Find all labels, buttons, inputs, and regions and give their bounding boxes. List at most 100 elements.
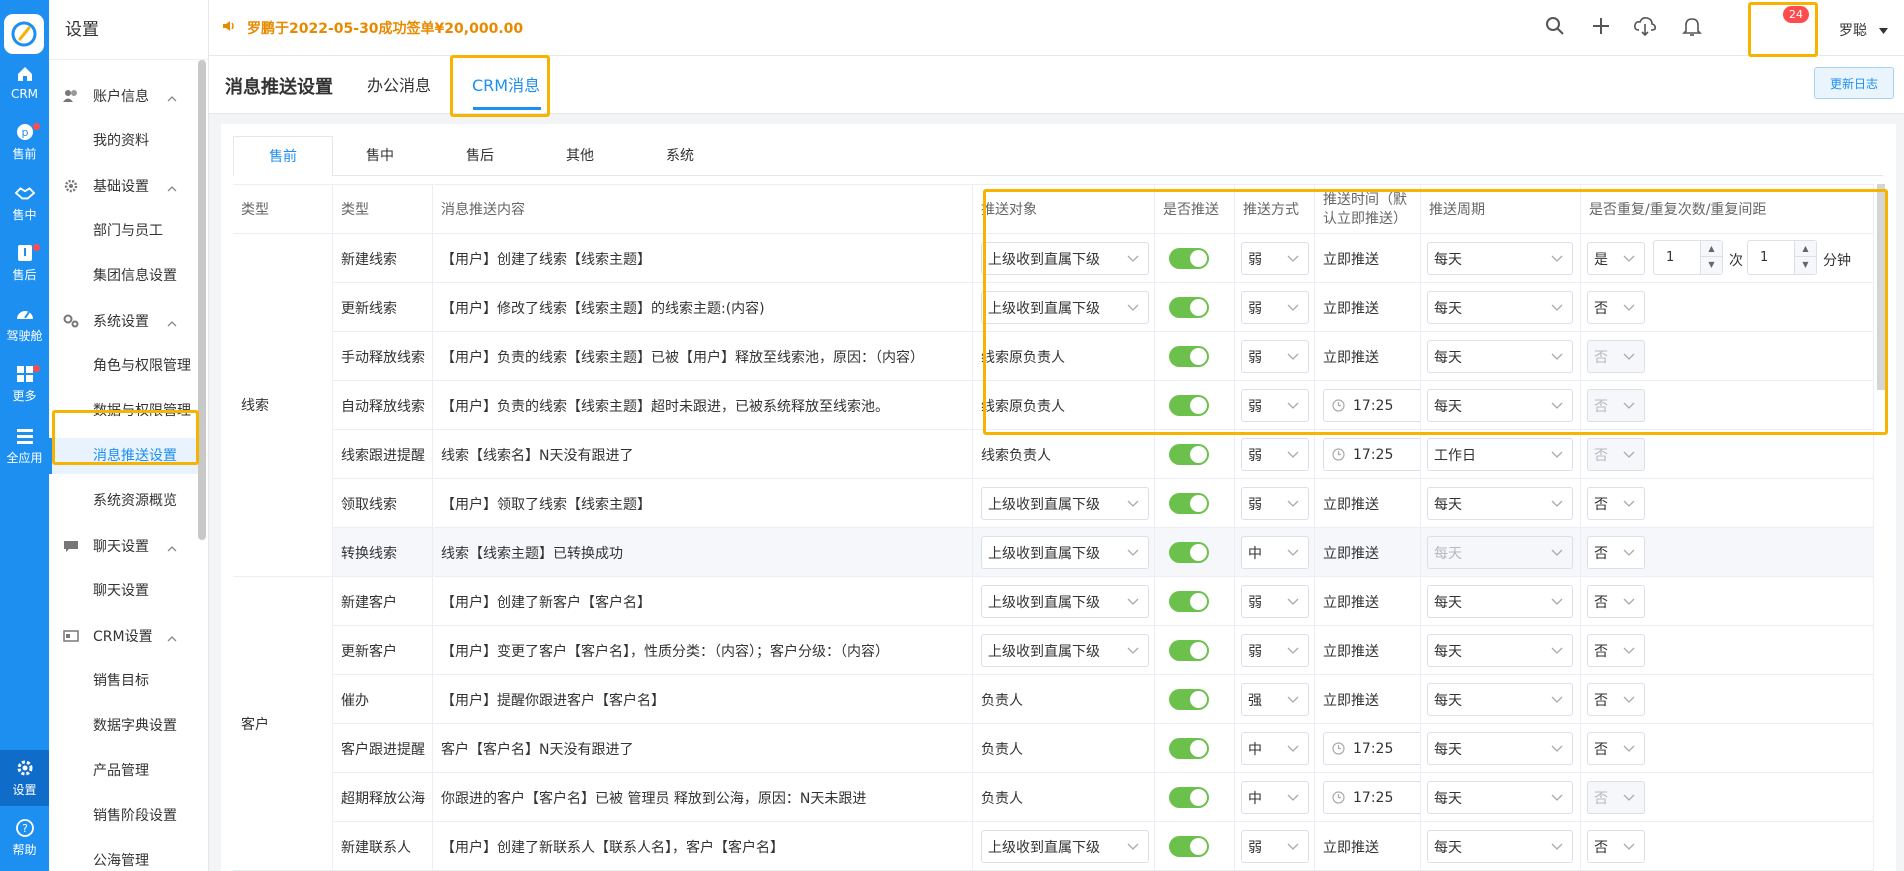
sidebar-item[interactable]: 我的资料 (49, 123, 199, 159)
sidebar-item[interactable]: 数据与权限管理 (49, 393, 199, 429)
tab-crm-messages[interactable]: CRM消息 (472, 72, 540, 96)
method-select[interactable]: 弱 (1241, 438, 1309, 471)
push-toggle[interactable] (1169, 297, 1209, 318)
sidebar-group-0[interactable]: 账户信息 (49, 78, 199, 114)
app-logo[interactable] (4, 14, 44, 54)
time-picker[interactable]: 17:25 (1323, 389, 1420, 422)
rail-item-5[interactable]: 更多 (0, 356, 49, 412)
method-select[interactable]: 中 (1241, 732, 1309, 765)
update-log-button[interactable]: 更新日志 (1814, 67, 1894, 99)
push-toggle[interactable] (1169, 787, 1209, 808)
sidebar-item[interactable]: 销售目标 (49, 663, 199, 699)
repeat-select[interactable]: 否 (1587, 634, 1645, 667)
push-toggle[interactable] (1169, 591, 1209, 612)
repeat-count-input[interactable]: 1 ▲ ▼ (1653, 240, 1723, 275)
method-select[interactable]: 弱 (1241, 389, 1309, 422)
target-select[interactable]: 上级收到直属下级 (981, 830, 1149, 863)
add-icon[interactable] (1589, 14, 1613, 38)
subtab-3[interactable]: 其他 (531, 136, 629, 177)
cycle-select[interactable]: 每天 (1427, 683, 1573, 716)
tab-office-messages[interactable]: 办公消息 (367, 72, 431, 96)
user-menu[interactable]: 罗聪 (1839, 20, 1888, 40)
sidebar-group-1[interactable]: 基础设置 (49, 168, 199, 204)
repeat-select[interactable]: 否 (1587, 291, 1645, 324)
method-select[interactable]: 强 (1241, 683, 1309, 716)
time-picker[interactable]: 17:25 (1323, 732, 1420, 765)
stepper-buttons[interactable]: ▲ ▼ (1794, 241, 1816, 274)
cycle-select[interactable]: 工作日 (1427, 438, 1573, 471)
push-toggle[interactable] (1169, 640, 1209, 661)
cycle-select[interactable]: 每天 (1427, 585, 1573, 618)
notification-bell-icon[interactable] (1680, 14, 1704, 38)
stepper-buttons[interactable]: ▲ ▼ (1700, 241, 1722, 274)
search-icon[interactable] (1543, 14, 1567, 38)
push-toggle[interactable] (1169, 248, 1209, 269)
sidebar-group-2[interactable]: 系统设置 (49, 303, 199, 339)
notice-banner[interactable]: 罗鹏于2022-05-30成功签单¥20,000.00 (221, 18, 523, 38)
repeat-interval-input[interactable]: 1 ▲ ▼ (1747, 240, 1817, 275)
sidebar-item[interactable]: 角色与权限管理 (49, 348, 199, 384)
method-select[interactable]: 中 (1241, 536, 1309, 569)
table-scrollbar[interactable] (1877, 184, 1885, 390)
push-toggle[interactable] (1169, 738, 1209, 759)
sidebar-group-4[interactable]: CRM设置 (49, 618, 199, 654)
sidebar-scrollbar[interactable] (198, 60, 206, 540)
method-select[interactable]: 弱 (1241, 291, 1309, 324)
target-select[interactable]: 上级收到直属下级 (981, 585, 1149, 618)
push-toggle[interactable] (1169, 542, 1209, 563)
target-select[interactable]: 上级收到直属下级 (981, 536, 1149, 569)
sidebar-item[interactable]: 系统资源概览 (49, 483, 199, 519)
repeat-select[interactable]: 是 (1587, 242, 1645, 275)
sidebar-item[interactable]: 产品管理 (49, 753, 199, 789)
method-select[interactable]: 中 (1241, 781, 1309, 814)
method-select[interactable]: 弱 (1241, 340, 1309, 373)
rail-item-6[interactable]: 全应用 (0, 418, 49, 474)
rail-item-3[interactable]: 售后 (0, 235, 49, 291)
repeat-select[interactable]: 否 (1587, 683, 1645, 716)
push-toggle[interactable] (1169, 836, 1209, 857)
cycle-select[interactable]: 每天 (1427, 781, 1573, 814)
cloud-download-icon[interactable] (1633, 14, 1657, 38)
time-picker[interactable]: 17:25 (1323, 438, 1420, 471)
rail-item-0[interactable]: CRM (0, 54, 49, 110)
target-select[interactable]: 上级收到直属下级 (981, 291, 1149, 324)
push-toggle[interactable] (1169, 493, 1209, 514)
time-picker[interactable]: 17:25 (1323, 781, 1420, 814)
target-select[interactable]: 上级收到直属下级 (981, 634, 1149, 667)
push-toggle[interactable] (1169, 689, 1209, 710)
sidebar-item[interactable]: 消息推送设置 (49, 438, 199, 474)
rail-item-4[interactable]: 驾驶舱 (0, 296, 49, 352)
sidebar-item[interactable]: 集团信息设置 (49, 258, 199, 294)
cycle-select[interactable]: 每天 (1427, 291, 1573, 324)
sidebar-group-3[interactable]: 聊天设置 (49, 528, 199, 564)
method-select[interactable]: 弱 (1241, 830, 1309, 863)
method-select[interactable]: 弱 (1241, 487, 1309, 520)
cycle-select[interactable]: 每天 (1427, 830, 1573, 863)
repeat-select[interactable]: 否 (1587, 536, 1645, 569)
sidebar-item[interactable]: 部门与员工 (49, 213, 199, 249)
cycle-select[interactable]: 每天 (1427, 634, 1573, 667)
cycle-select[interactable]: 每天 (1427, 732, 1573, 765)
method-select[interactable]: 弱 (1241, 242, 1309, 275)
repeat-select[interactable]: 否 (1587, 585, 1645, 618)
sidebar-item[interactable]: 公海管理 (49, 843, 199, 871)
target-select[interactable]: 上级收到直属下级 (981, 487, 1149, 520)
rail-item-7[interactable]: 设置 (0, 750, 49, 806)
cycle-select[interactable]: 每天 (1427, 389, 1573, 422)
rail-item-8[interactable]: ? 帮助 (0, 810, 49, 866)
repeat-select[interactable]: 否 (1587, 487, 1645, 520)
repeat-select[interactable]: 否 (1587, 732, 1645, 765)
sidebar-item[interactable]: 数据字典设置 (49, 708, 199, 744)
rail-item-2[interactable]: 售中 (0, 175, 49, 231)
cycle-select[interactable]: 每天 (1427, 242, 1573, 275)
subtab-1[interactable]: 售中 (331, 136, 429, 177)
subtab-4[interactable]: 系统 (631, 136, 729, 177)
push-toggle[interactable] (1169, 395, 1209, 416)
rail-item-1[interactable]: p 售前 (0, 114, 49, 170)
method-select[interactable]: 弱 (1241, 634, 1309, 667)
push-toggle[interactable] (1169, 444, 1209, 465)
cycle-select[interactable]: 每天 (1427, 340, 1573, 373)
repeat-select[interactable]: 否 (1587, 830, 1645, 863)
target-select[interactable]: 上级收到直属下级 (981, 242, 1149, 275)
push-toggle[interactable] (1169, 346, 1209, 367)
